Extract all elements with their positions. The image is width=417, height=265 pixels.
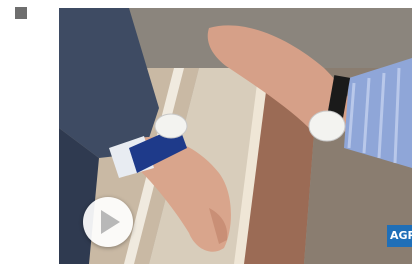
play-button[interactable]: [83, 197, 133, 247]
play-icon: [101, 210, 120, 234]
video-player[interactable]: AGR: [59, 8, 412, 264]
agr-watermark: AGR: [387, 225, 412, 247]
square-bullet-icon: [15, 7, 27, 19]
